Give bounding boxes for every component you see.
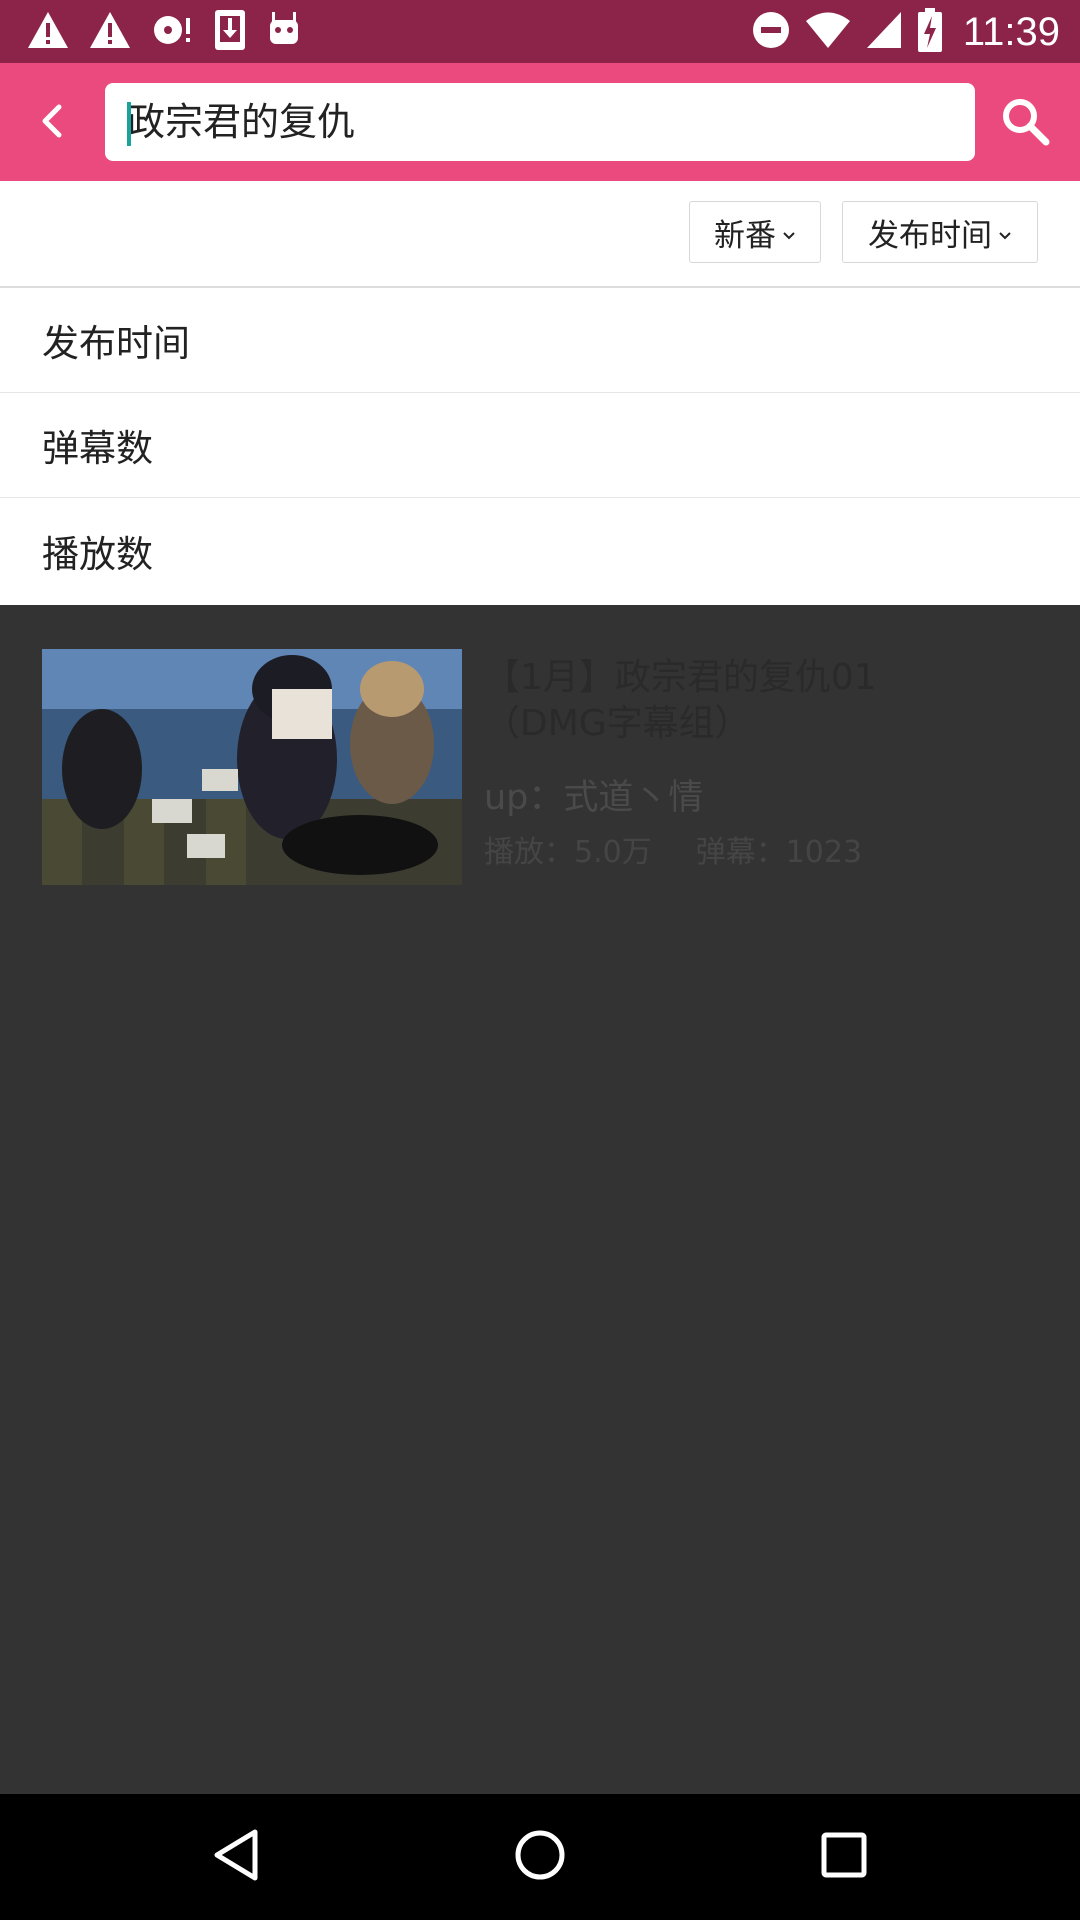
video-thumbnail: [42, 649, 462, 885]
text-cursor: [127, 102, 131, 146]
video-danmaku-count: 弹幕：1023: [695, 835, 863, 870]
disc-alert-icon: [150, 10, 194, 54]
home-circle-icon: [513, 1828, 567, 1886]
category-filter-label: 新番: [714, 217, 776, 254]
signal-icon: [865, 10, 903, 54]
search-icon: [1000, 96, 1050, 150]
category-filter-button[interactable]: 新番: [689, 201, 821, 263]
android-icon: [266, 10, 302, 54]
search-toolbar: 政宗君的复仇: [0, 63, 1080, 181]
search-input[interactable]: 政宗君的复仇: [105, 83, 975, 161]
battery-charging-icon: [917, 8, 943, 56]
filter-bar: 新番 发布时间: [0, 181, 1080, 288]
video-play-count: 播放：5.0万: [484, 835, 652, 870]
system-navigation-bar: [0, 1794, 1080, 1920]
download-icon: [212, 8, 248, 56]
sort-dropdown-menu: 发布时间 弹幕数 播放数: [0, 288, 1080, 603]
warning-icon: [26, 10, 70, 54]
sort-option-play-count[interactable]: 播放数: [0, 498, 1080, 603]
nav-back-button[interactable]: [196, 1822, 276, 1892]
video-result-item[interactable]: 【1月】政宗君的复仇01（DMG字幕组） up：式道丶情 播放：5.0万 弹幕：…: [42, 649, 1042, 885]
search-query: 政宗君的复仇: [127, 100, 356, 144]
nav-home-button[interactable]: [500, 1822, 580, 1892]
sort-option-danmaku-count[interactable]: 弹幕数: [0, 393, 1080, 498]
search-button[interactable]: [990, 88, 1060, 158]
sort-filter-label: 发布时间: [868, 217, 992, 254]
video-uploader: up：式道丶情: [484, 778, 704, 818]
sort-option-publish-time[interactable]: 发布时间: [0, 288, 1080, 393]
warning-icon: [88, 10, 132, 54]
back-triangle-icon: [211, 1828, 261, 1886]
back-button[interactable]: [22, 93, 82, 153]
chevron-left-icon: [37, 101, 67, 145]
do-not-disturb-icon: [751, 10, 791, 54]
chevron-down-icon: [998, 222, 1012, 246]
video-stats: 播放：5.0万 弹幕：1023: [484, 827, 862, 871]
nav-recents-button[interactable]: [804, 1822, 884, 1892]
results-overlay[interactable]: 【1月】政宗君的复仇01（DMG字幕组） up：式道丶情 播放：5.0万 弹幕：…: [0, 605, 1080, 1794]
video-title: 【1月】政宗君的复仇01（DMG字幕组）: [484, 657, 877, 744]
wifi-icon: [805, 10, 851, 54]
recents-square-icon: [819, 1830, 869, 1884]
sort-filter-button[interactable]: 发布时间: [842, 201, 1038, 263]
status-bar: 11:39: [0, 0, 1080, 63]
clock: 11:39: [962, 9, 1060, 54]
chevron-down-icon: [782, 222, 796, 246]
